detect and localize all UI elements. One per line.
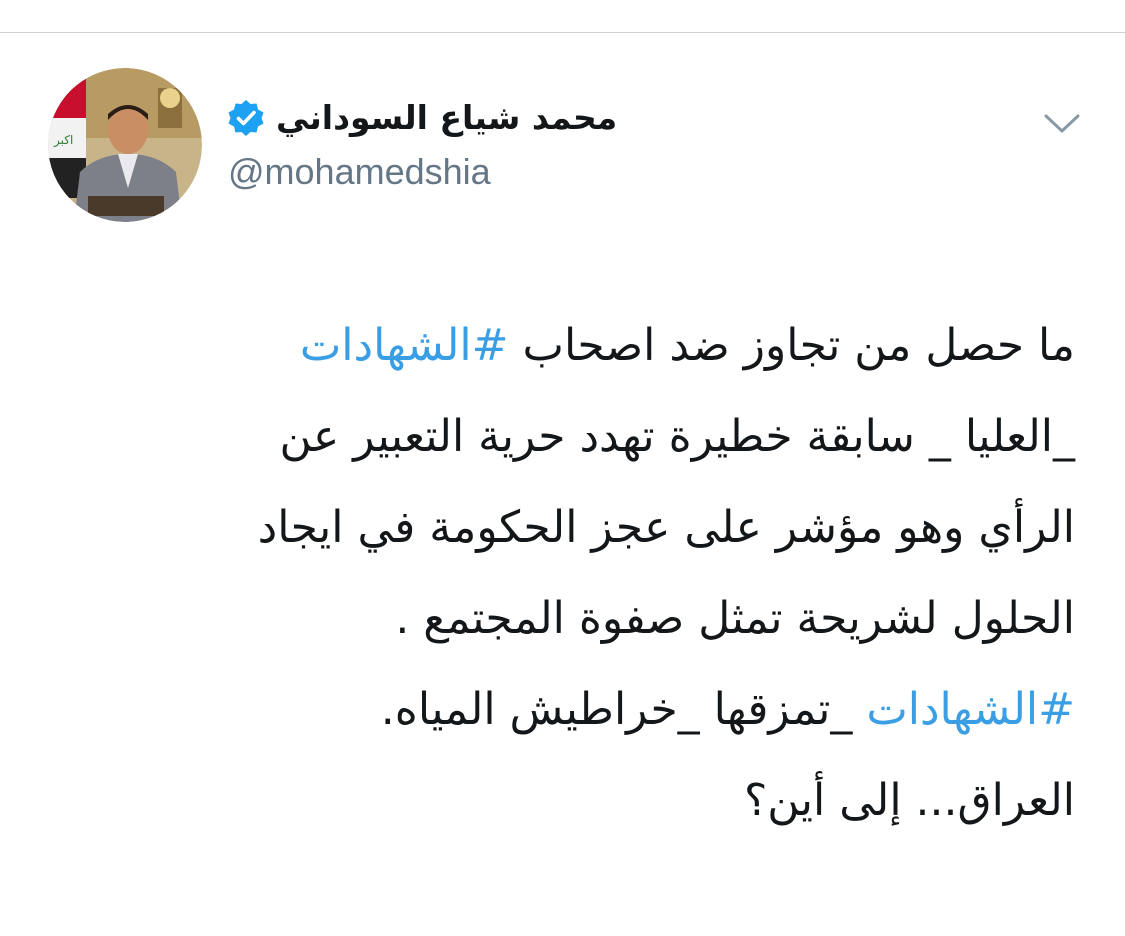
tweet-text-line: #الشهادات _تمزقها _خراطيش المياه. <box>60 664 1075 755</box>
tweet-text-segment: _تمزقها _خراطيش المياه. <box>380 684 867 735</box>
tweet-text-line: الرأي وهو مؤشر على عجز الحكومة في ايجاد <box>60 482 1075 573</box>
tweet-menu-button[interactable] <box>1040 104 1084 144</box>
author-name-row[interactable]: محمد شياع السوداني <box>226 94 617 142</box>
tweet-text-line: _العليا _ سابقة خطيرة تهدد حرية التعبير … <box>60 391 1075 482</box>
top-divider <box>0 32 1125 33</box>
svg-text:اكبر: اكبر <box>53 133 73 148</box>
chevron-down-icon <box>1044 114 1080 133</box>
tweet-text-line: ما حصل من تجاوز ضد اصحاب #الشهادات <box>60 300 1075 391</box>
hashtag-link[interactable]: #الشهادات <box>300 320 509 371</box>
tweet-text-segment: الحلول لشريحة تمثل صفوة المجتمع . <box>395 593 1075 644</box>
author-handle[interactable]: @mohamedshia <box>228 148 491 196</box>
tweet-text-segment: ما حصل من تجاوز ضد اصحاب <box>508 320 1075 371</box>
tweet-text-segment: _العليا _ سابقة خطيرة تهدد حرية التعبير … <box>279 411 1075 462</box>
author-avatar[interactable]: اكبر <box>48 68 202 222</box>
hashtag-link[interactable]: #الشهادات <box>866 684 1075 735</box>
profile-photo-icon: اكبر <box>48 68 202 222</box>
tweet-text-segment: الرأي وهو مؤشر على عجز الحكومة في ايجاد <box>257 502 1075 553</box>
tweet-text-line: العراق... إلى أين؟ <box>60 755 1075 846</box>
verified-badge-icon <box>226 98 266 138</box>
author-display-name: محمد شياع السوداني <box>276 98 618 137</box>
tweet-text-line: الحلول لشريحة تمثل صفوة المجتمع . <box>60 573 1075 664</box>
tweet-text-segment: العراق... إلى أين؟ <box>743 775 1075 826</box>
tweet-text: ما حصل من تجاوز ضد اصحاب #الشهادات _العلي… <box>60 300 1075 846</box>
